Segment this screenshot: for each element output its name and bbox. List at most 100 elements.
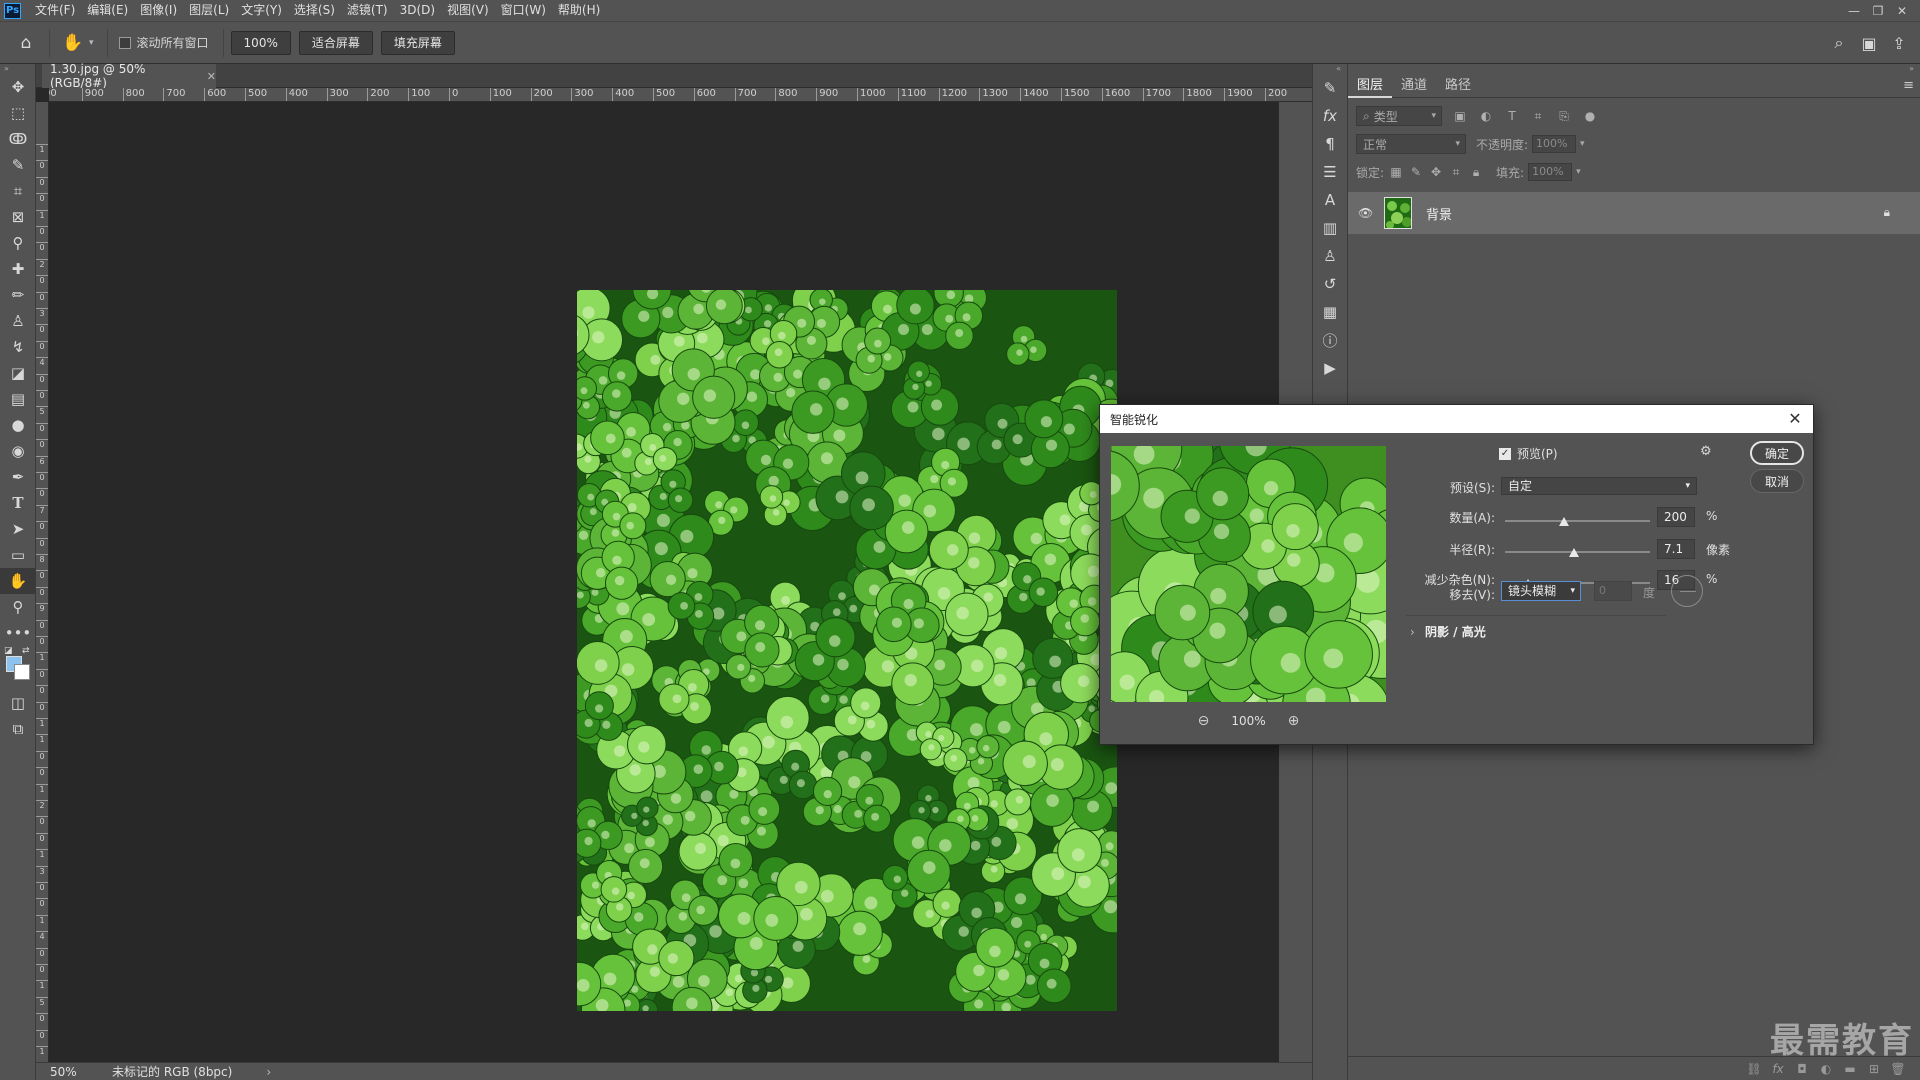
default-colors-icon[interactable]: ◪ <box>4 646 13 656</box>
menu-view[interactable]: 视图(V) <box>441 0 495 21</box>
close-window-icon[interactable]: ✕ <box>1890 4 1914 18</box>
quick-select-tool-icon[interactable]: ✎ <box>0 152 36 178</box>
close-icon[interactable]: ✕ <box>1785 409 1805 428</box>
swap-colors-icon[interactable]: ⇄ <box>22 646 30 656</box>
libraries-icon[interactable]: ▥ <box>1313 214 1347 242</box>
properties-icon[interactable]: ▦ <box>1313 298 1347 326</box>
pen-tool-icon[interactable]: ✒ <box>0 464 36 490</box>
status-zoom[interactable]: 50% <box>36 1065 100 1079</box>
filter-toggle-icon[interactable]: ● <box>1582 109 1598 123</box>
chevron-down-icon[interactable]: ▾ <box>89 38 94 48</box>
lasso-tool-icon[interactable]: ↂ <box>0 126 36 152</box>
workspace-icon[interactable]: ▣ <box>1854 28 1884 58</box>
layer-row[interactable]: 👁︎ 背景 🔒︎ <box>1348 192 1920 234</box>
menu-select[interactable]: 选择(S) <box>288 0 341 21</box>
horizontal-ruler[interactable]: 0090080070060050040030020010001002003004… <box>49 88 1312 102</box>
menu-edit[interactable]: 编辑(E) <box>81 0 134 21</box>
status-expand-icon[interactable]: › <box>266 1065 271 1079</box>
character-icon[interactable]: A <box>1313 186 1347 214</box>
more-tools-icon[interactable]: ••• <box>0 620 36 646</box>
fill-input[interactable]: 100% <box>1528 163 1573 181</box>
clover-photo[interactable] <box>577 290 1117 1011</box>
layer-thumbnail[interactable] <box>1384 197 1412 229</box>
adjustments-icon[interactable]: ☰ <box>1313 158 1347 186</box>
ok-button[interactable]: 确定 <box>1750 441 1804 465</box>
eraser-tool-icon[interactable]: ◪ <box>0 360 36 386</box>
actions-play-icon[interactable]: ▶ <box>1313 354 1347 382</box>
link-layers-icon[interactable]: ⛓ <box>1742 1062 1766 1076</box>
lock-artboard-icon[interactable]: ⌗ <box>1448 165 1464 180</box>
menu-3d[interactable]: 3D(D) <box>394 0 441 21</box>
path-select-tool-icon[interactable]: ➤ <box>0 516 36 542</box>
delete-layer-icon[interactable]: 🗑︎ <box>1886 1062 1910 1076</box>
visibility-eye-icon[interactable]: 👁︎ <box>1358 206 1378 220</box>
frame-tool-icon[interactable]: ⊠ <box>0 204 36 230</box>
fill-screen-button[interactable]: 填充屏幕 <box>380 30 455 55</box>
preset-select[interactable]: 自定 ▾ <box>1501 477 1697 495</box>
restore-icon[interactable]: ❐ <box>1866 4 1890 18</box>
menu-file[interactable]: 文件(F) <box>29 0 81 21</box>
hand-tool-icon[interactable]: ✋ <box>0 568 36 594</box>
type-filter-icon[interactable]: T <box>1504 109 1520 123</box>
color-swatches[interactable]: ◪ ⇄ <box>0 646 36 690</box>
info-icon[interactable]: ⓘ <box>1313 326 1347 354</box>
new-adjustment-icon[interactable]: ◐ <box>1814 1062 1838 1076</box>
shadow-highlight-section[interactable]: › 阴影 / 高光 <box>1410 623 1486 640</box>
radius-slider[interactable] <box>1505 548 1650 557</box>
settings-gear-icon[interactable]: ⚙ <box>1700 444 1712 459</box>
rectangle-tool-icon[interactable]: ▭ <box>0 542 36 568</box>
tab-paths[interactable]: 路径 <box>1436 74 1480 98</box>
cancel-button[interactable]: 取消 <box>1750 469 1804 493</box>
checkbox-box[interactable] <box>118 36 131 49</box>
angle-input[interactable]: 0 <box>1594 581 1632 601</box>
lock-all-icon[interactable]: 🔒︎ <box>1468 165 1484 180</box>
new-layer-icon[interactable]: ⊞ <box>1862 1062 1886 1076</box>
menu-layer[interactable]: 图层(L) <box>183 0 235 21</box>
history-brush-tool-icon[interactable]: ↯ <box>0 334 36 360</box>
lock-image-icon[interactable]: ✎ <box>1408 165 1424 179</box>
layer-name[interactable]: 背景 <box>1426 204 1452 223</box>
menu-help[interactable]: 帮助(H) <box>552 0 606 21</box>
brush-tool-icon[interactable]: ✏ <box>0 282 36 308</box>
menu-filter[interactable]: 滤镜(T) <box>341 0 394 21</box>
blend-mode-select[interactable]: 正常 ▾ <box>1356 134 1466 154</box>
lock-position-icon[interactable]: ✥ <box>1428 165 1444 179</box>
search-icon[interactable]: ⌕ <box>1824 28 1854 58</box>
amount-slider-thumb[interactable] <box>1559 517 1569 526</box>
blur-tool-icon[interactable]: ● <box>0 412 36 438</box>
close-tab-icon[interactable]: ✕ <box>207 70 216 83</box>
add-mask-icon[interactable]: ◘ <box>1790 1062 1814 1076</box>
quick-mask-icon[interactable]: ◫ <box>0 690 36 716</box>
paragraph-icon[interactable]: ¶ <box>1313 130 1347 158</box>
fit-screen-button[interactable]: 适合屏幕 <box>298 30 373 55</box>
menu-type[interactable]: 文字(Y) <box>235 0 288 21</box>
eyedropper-tool-icon[interactable]: ⚲ <box>0 230 36 256</box>
brush-settings-icon[interactable]: ✎ <box>1313 74 1347 102</box>
share-icon[interactable]: ⇪ <box>1884 28 1914 58</box>
panel-menu-icon[interactable]: ≡ <box>1903 74 1914 98</box>
zoom-in-icon[interactable]: ⊕ <box>1288 713 1300 729</box>
zoom-100-button[interactable]: 100% <box>230 30 291 55</box>
move-tool-icon[interactable]: ✥ <box>0 74 36 100</box>
lock-transparent-icon[interactable]: ▦ <box>1388 165 1404 179</box>
remove-select[interactable]: 镜头模糊 ▾ <box>1501 581 1581 601</box>
crop-tool-icon[interactable]: ⌗ <box>0 178 36 204</box>
scroll-all-windows-checkbox[interactable]: 滚动所有窗口 <box>118 34 209 51</box>
sharpen-preview-image[interactable] <box>1111 446 1386 702</box>
smart-object-filter-icon[interactable]: ⎘ <box>1556 109 1572 124</box>
history-icon[interactable]: ↺ <box>1313 270 1347 298</box>
chevron-down-icon[interactable]: ▾ <box>1576 167 1581 177</box>
collapse-panels-icon[interactable]: « <box>1313 64 1347 74</box>
type-tool-icon[interactable]: T <box>0 490 36 516</box>
vertical-ruler[interactable]: 1 0 0 0 1 0 0 2 0 0 3 0 0 4 0 0 5 0 0 6 0 0 7 0 0 8 0 0 9 0 0 1 0 0 0 1 1 0 0 1… <box>36 102 49 1067</box>
hand-tool-preset-icon[interactable]: ✋ <box>57 28 89 58</box>
tab-channels[interactable]: 通道 <box>1392 74 1436 98</box>
amount-input[interactable]: 200 <box>1657 507 1695 527</box>
layer-filter-select[interactable]: ⌕ 类型 ▾ <box>1356 106 1442 126</box>
pixel-filter-icon[interactable]: ▣ <box>1452 109 1468 123</box>
home-icon[interactable]: ⌂ <box>10 28 42 58</box>
minimize-icon[interactable]: — <box>1842 4 1866 18</box>
clone-stamp-tool-icon[interactable]: ♙ <box>0 308 36 334</box>
healing-brush-tool-icon[interactable]: ✚ <box>0 256 36 282</box>
background-color-swatch[interactable] <box>14 664 30 680</box>
